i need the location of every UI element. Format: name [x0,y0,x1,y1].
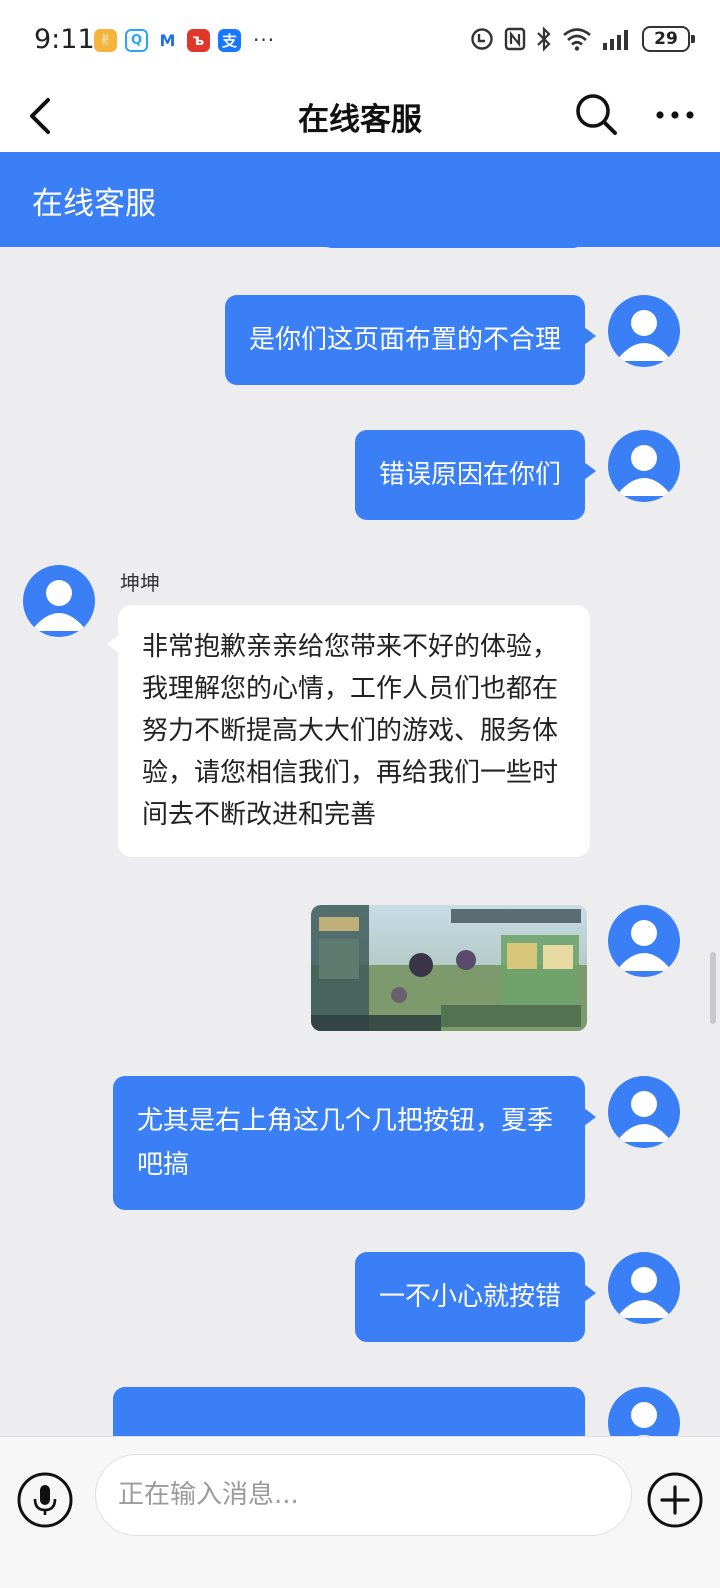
my-avatar [608,905,680,977]
data-saver-icon [471,28,493,50]
game-screenshot-image[interactable] [311,905,587,1031]
wifi-icon [563,28,591,51]
user-avatar-icon [616,920,672,971]
signal-icon [603,30,628,50]
chat-header-title: 在线客服 [32,186,156,222]
nav-bar: 在线客服 [0,80,720,152]
more-notifications-indicator: ··· [253,28,276,52]
app-notification-icon-3: M [156,28,179,52]
my-message-bubble[interactable]: 错误原因在你们 [354,430,597,520]
my-avatar [608,430,680,502]
status-bar: 9:11 ✌ Q M ъ 支 ··· 29 [0,0,720,80]
app-notification-icon-1: ✌ [94,28,117,52]
my-avatar [608,1076,680,1148]
bluetooth-icon [537,26,551,52]
alipay-icon: 支 [218,28,241,52]
user-avatar-icon [631,1402,657,1436]
battery-icon: 29 [642,26,695,52]
app-notification-icon-4: ъ [187,28,210,52]
search-icon[interactable] [572,90,622,140]
message-bubble-partial-bottom [113,1387,585,1436]
user-avatar-icon [616,1091,672,1142]
chat-message-list[interactable]: 是你们这页面布置的不合理 错误原因在你们 坤坤 非常抱歉亲亲给您带来不好的体验，… [0,247,720,1436]
user-avatar-icon [616,310,672,361]
chat-header: 在线客服 [0,152,720,247]
notification-icons: ✌ Q M ъ 支 ··· [94,28,275,52]
app-notification-icon-2: Q [125,28,148,52]
status-time: 9:11 [34,24,95,55]
system-icons: 29 [470,26,695,52]
my-message-bubble[interactable]: 一不小心就按错 [354,1252,597,1342]
user-avatar-icon [616,1267,672,1318]
my-avatar [608,1252,680,1324]
agent-avatar [23,565,95,637]
agent-message-bubble[interactable]: 非常抱歉亲亲给您带来不好的体验，我理解您的心情，工作人员们也都在努力不断提高大大… [107,605,590,857]
message-bubble-partial-top [320,247,585,248]
nfc-icon [504,27,526,51]
scrollbar-thumb[interactable] [710,952,716,1024]
microphone-icon[interactable] [16,1471,74,1529]
my-message-bubble[interactable]: 是你们这页面布置的不合理 [224,295,597,385]
my-message-bubble[interactable]: 尤其是右上角这几个几把按钮，夏季吧搞 [113,1076,596,1210]
game-screenshot-thumbnail [311,905,587,1031]
message-input[interactable] [95,1454,632,1536]
add-attachment-icon[interactable] [646,1471,704,1529]
my-avatar [608,295,680,367]
agent-name: 坤坤 [120,571,160,595]
user-avatar-icon [616,445,672,496]
message-input-bar [0,1436,720,1588]
more-icon[interactable] [650,90,700,140]
user-avatar-icon [31,580,87,631]
my-avatar [608,1387,680,1436]
